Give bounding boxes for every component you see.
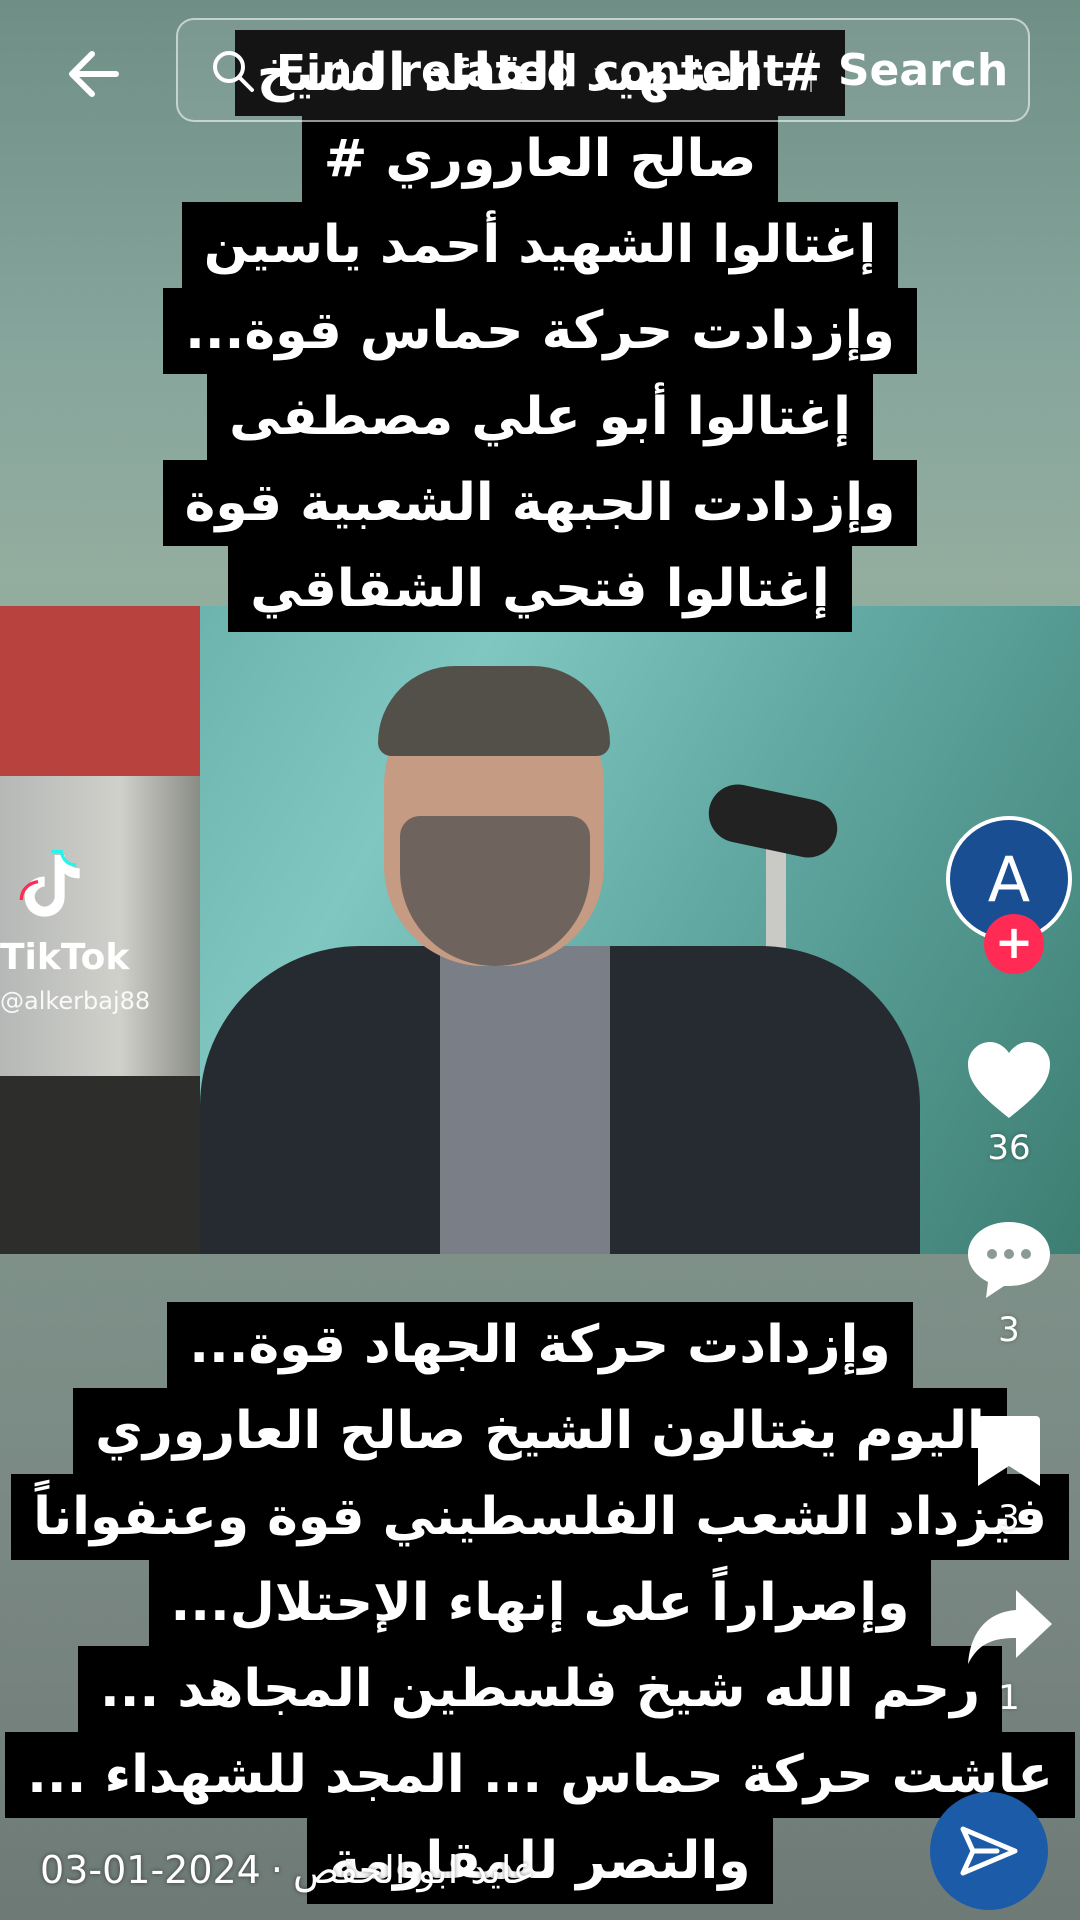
search-icon xyxy=(213,51,254,92)
caption-bottom: وإزدادت حركة الجهاد قوة... اليوم يغتالون… xyxy=(0,1302,1080,1904)
microphone xyxy=(703,779,843,863)
search-divider xyxy=(810,50,812,92)
search-input[interactable] xyxy=(274,38,838,104)
save-button[interactable]: 3 xyxy=(930,1412,1080,1538)
caption-line: وإزدادت حركة حماس قوة... xyxy=(163,288,917,374)
person-hair xyxy=(378,666,610,756)
comment-bubble-icon xyxy=(968,1222,1050,1298)
search-button[interactable]: Search xyxy=(828,38,1018,102)
caption-line: فيزداد الشعب الفلسطيني قوة وعنفواناً xyxy=(11,1474,1069,1560)
share-count: 1 xyxy=(998,1678,1020,1718)
follow-button[interactable]: + xyxy=(984,914,1044,974)
send-button[interactable] xyxy=(930,1792,1048,1910)
caption-line: رحم الله شيخ فلسطين المجاهد ... xyxy=(77,1646,1003,1732)
video-photo xyxy=(0,606,1080,1254)
top-search-bar: Search xyxy=(0,0,1080,140)
meta-separator: · xyxy=(270,1848,283,1892)
caption-line: وإصراراً على إنهاء الإحتلال... xyxy=(148,1560,932,1646)
caption-line: إغتالوا أبو علي مصطفى xyxy=(207,374,873,460)
caption-line: إغتالوا فتحي الشقاقي xyxy=(228,546,852,632)
search-box[interactable]: Search xyxy=(176,18,1030,122)
save-count: 3 xyxy=(998,1498,1020,1538)
like-count: 36 xyxy=(987,1128,1031,1168)
heart-icon xyxy=(968,1042,1050,1118)
paper-plane-icon xyxy=(960,1826,1018,1876)
arrow-left-icon xyxy=(69,51,119,97)
caption-line: اليوم يغتالون الشيخ صالح العاروري xyxy=(73,1388,1007,1474)
caption-line: وإزدادت حركة الجهاد قوة... xyxy=(167,1302,913,1388)
tiktok-logo-icon xyxy=(19,850,80,917)
caption-line: وإزدادت الجبهة الشعبية قوة xyxy=(162,460,918,546)
post-meta: عايد ابو الحفص·2024-01-03 xyxy=(40,1848,535,1892)
person-shirt xyxy=(440,946,610,1254)
tiktok-username: @alkerbaj88 xyxy=(0,987,151,1015)
action-rail: A + 36 3 3 1 xyxy=(920,0,1080,1920)
like-button[interactable]: 36 xyxy=(930,1040,1080,1168)
tiktok-brand: TikTok xyxy=(0,937,130,978)
caption-line: إغتالوا الشهيد أحمد ياسين xyxy=(181,202,899,288)
comment-button[interactable]: 3 xyxy=(930,1218,1080,1350)
share-button[interactable]: 1 xyxy=(930,1586,1080,1718)
author-name[interactable]: عايد ابو الحفص xyxy=(293,1848,535,1892)
back-button[interactable] xyxy=(56,36,132,112)
flag-black-band xyxy=(0,1076,200,1254)
comment-count: 3 xyxy=(998,1310,1020,1350)
share-arrow-icon xyxy=(968,1590,1052,1664)
tiktok-username-text: alkerbaj88 xyxy=(24,987,151,1015)
bookmark-icon xyxy=(978,1416,1040,1486)
post-date: 2024-01-03 xyxy=(40,1848,261,1892)
caption-line: عاشت حركة حماس ... المجد للشهداء ... xyxy=(5,1732,1075,1818)
